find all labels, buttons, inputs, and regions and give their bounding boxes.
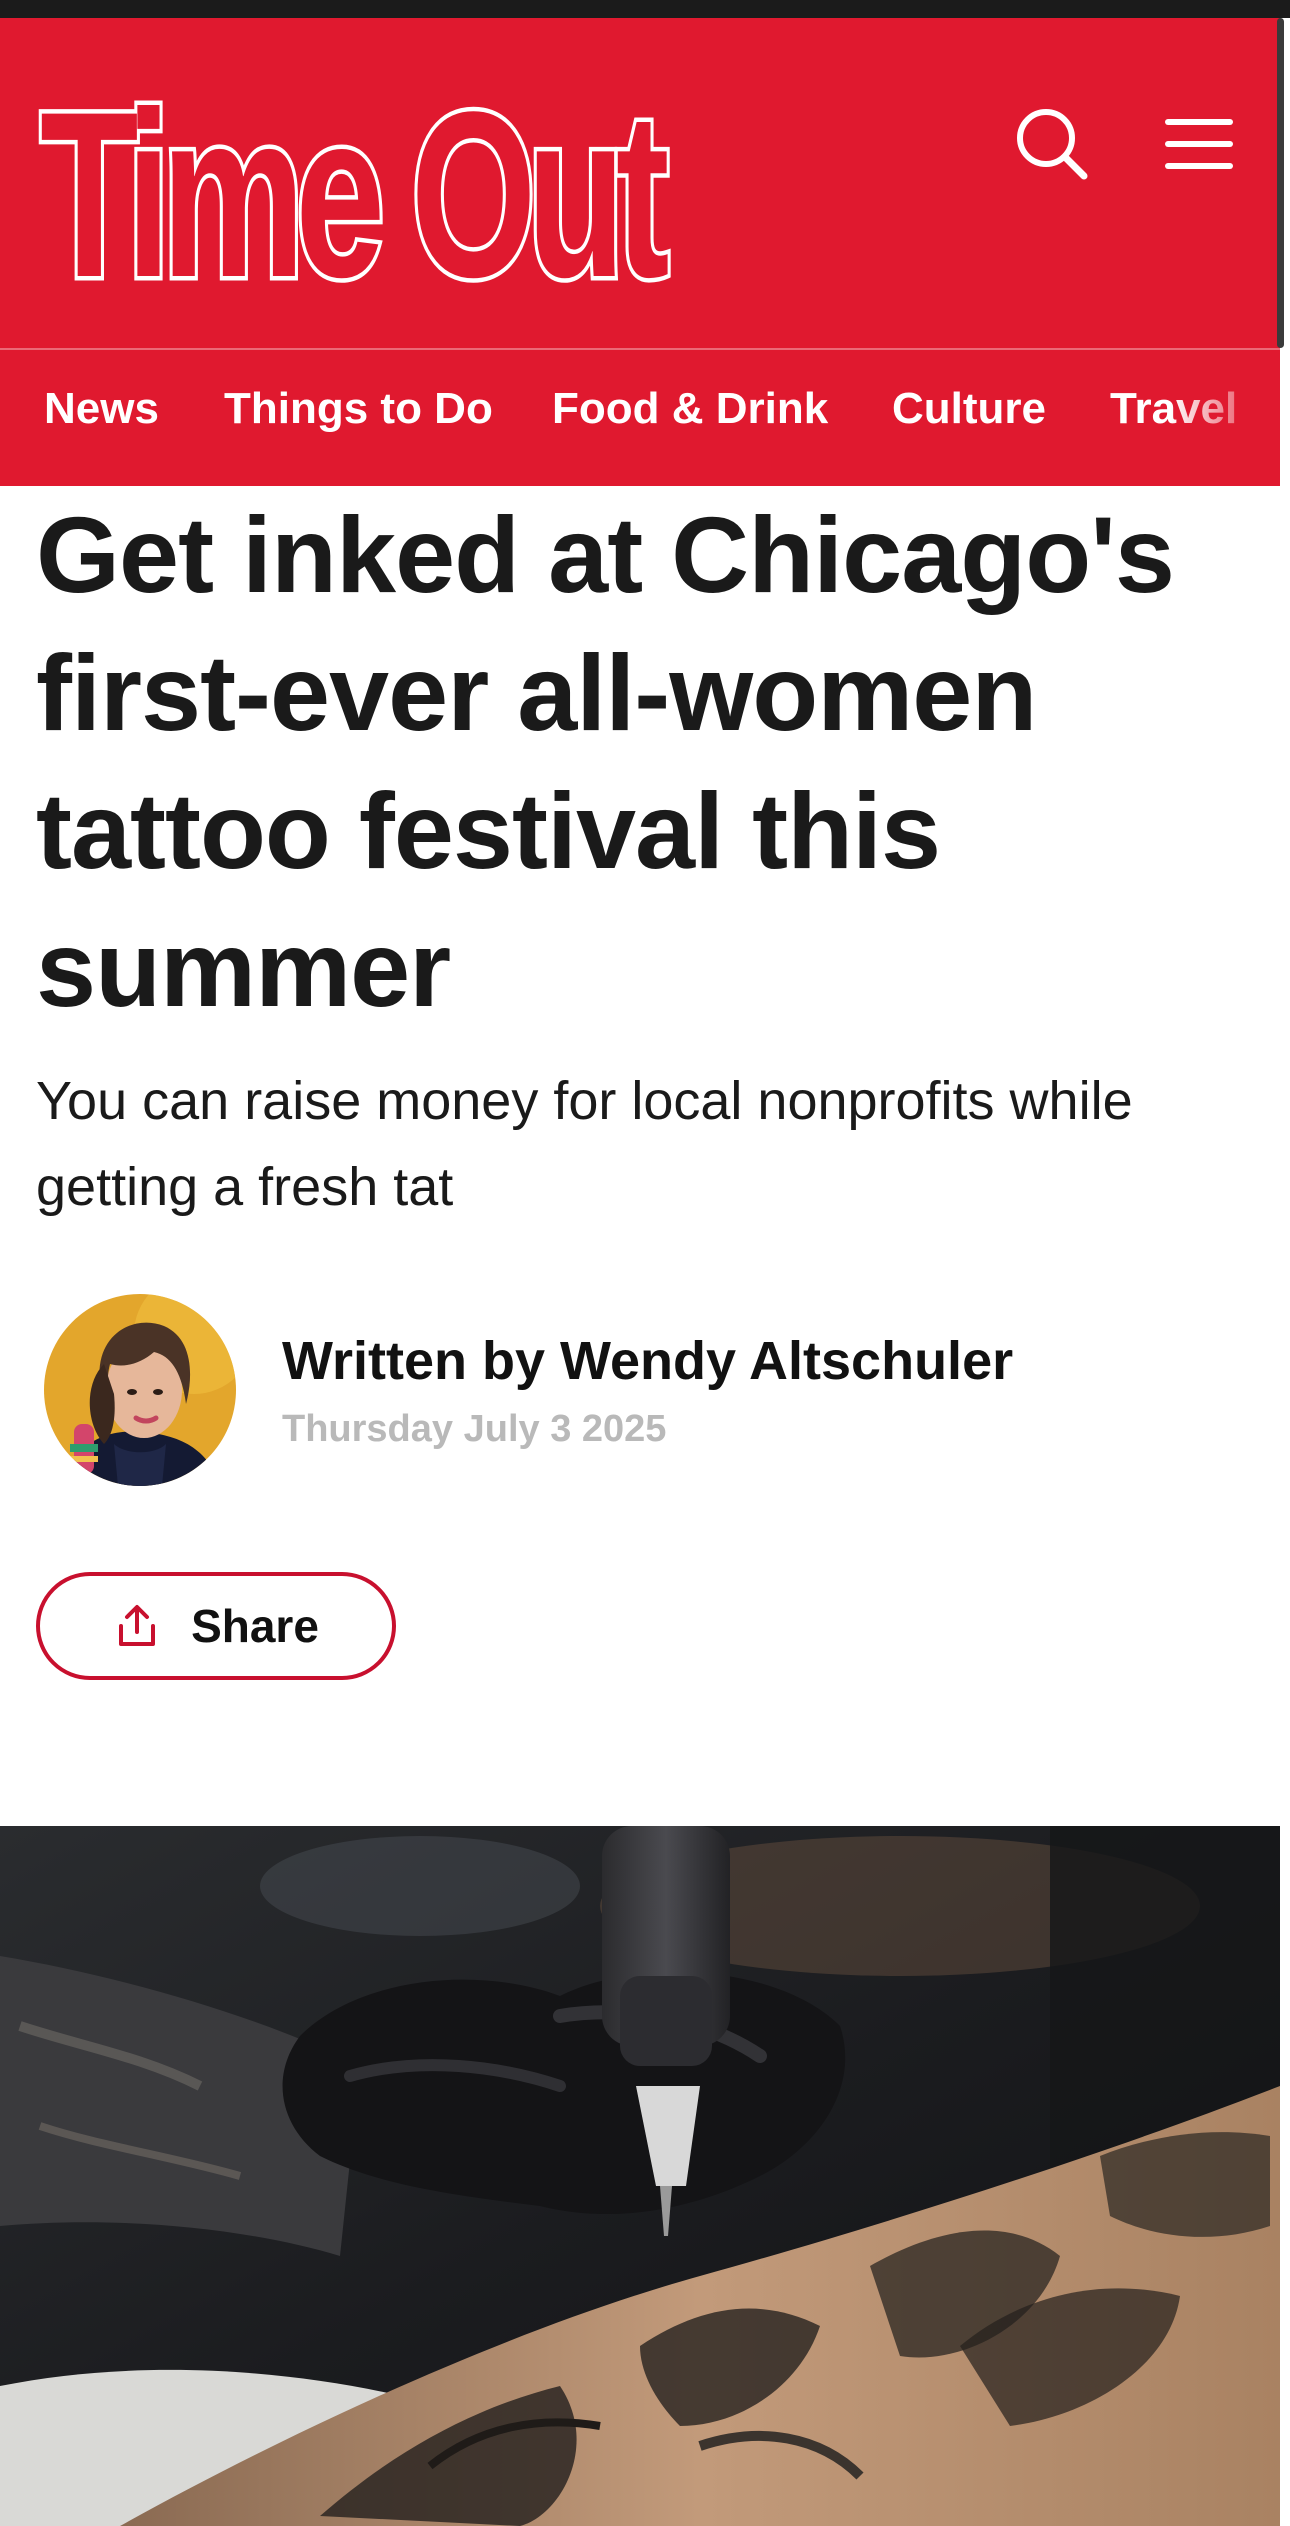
menu-button[interactable]	[1164, 114, 1234, 174]
page: Time Out News Things to Do Food & Drink …	[0, 0, 1290, 2526]
nav-item-food-drink[interactable]: Food & Drink	[552, 384, 828, 434]
search-icon	[1017, 109, 1088, 180]
nav-item-travel[interactable]: Travel	[1110, 384, 1237, 434]
nav-item-things-to-do[interactable]: Things to Do	[224, 384, 493, 434]
article-standfirst: You can raise money for local nonprofits…	[36, 1071, 1133, 1217]
scroll-indicator[interactable]	[1277, 18, 1284, 348]
tattoo-photo	[0, 1826, 1280, 2526]
share-label: Share	[191, 1600, 319, 1652]
publish-date: Thursday July 3 2025	[282, 1408, 667, 1450]
nav-item-culture[interactable]: Culture	[892, 384, 1046, 434]
search-button[interactable]	[1012, 104, 1092, 184]
site-header: Time Out	[0, 18, 1280, 348]
author-photo	[44, 1294, 236, 1486]
share-button[interactable]: Share	[36, 1572, 396, 1680]
timeout-logo[interactable]: Time Out	[34, 62, 675, 302]
author-byline[interactable]: Written by Wendy Altschuler	[282, 1330, 1013, 1392]
hero-image	[0, 1826, 1280, 2526]
top-strip	[0, 0, 1290, 18]
hamburger-menu-icon	[1165, 119, 1233, 169]
article-headline: Get inked at Chicago's first-ever all-wo…	[36, 494, 1175, 1029]
share-upload-icon	[119, 1605, 156, 1646]
nav-item-news[interactable]: News	[44, 384, 159, 434]
logo-text: Time Out	[40, 63, 668, 302]
section-nav: News Things to Do Food & Drink Culture T…	[0, 348, 1280, 486]
author-avatar[interactable]	[44, 1294, 236, 1486]
